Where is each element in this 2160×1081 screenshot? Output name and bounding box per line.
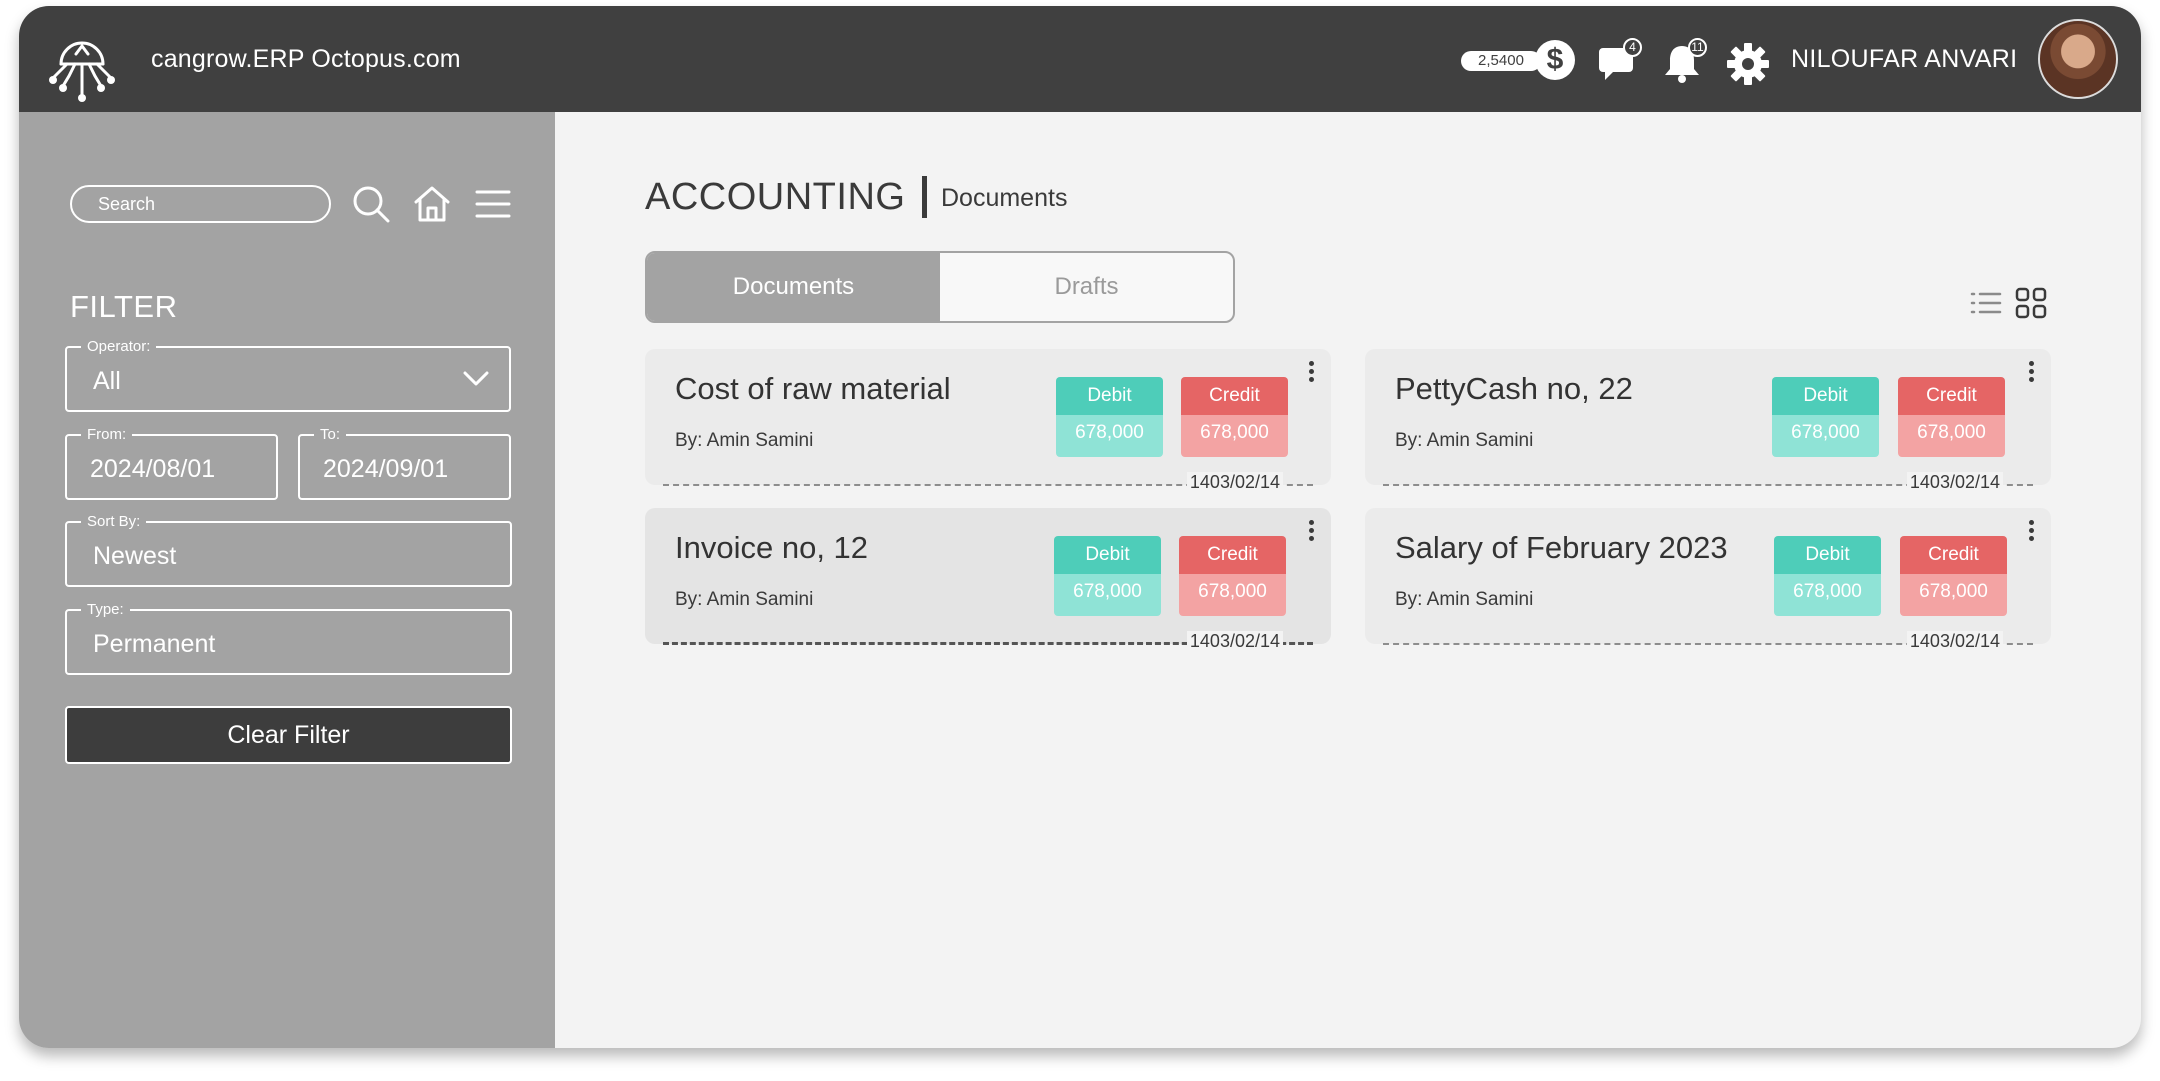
sort-by-value: Newest	[93, 542, 177, 570]
app-window: cangrow.ERP Octopus.com 2,5400 $ 4 11 NI…	[19, 6, 2141, 1048]
card-author: By: Amin Samini	[675, 589, 814, 610]
user-name[interactable]: NILOUFAR ANVARI	[1791, 45, 2017, 74]
kebab-icon[interactable]	[2027, 361, 2035, 385]
from-value: 2024/08/01	[90, 455, 216, 483]
to-date-field[interactable]: To: 2024/09/01	[298, 426, 511, 500]
from-label: From:	[81, 426, 133, 444]
debit-label: Debit	[1774, 536, 1881, 574]
credit-value: 678,000	[1898, 415, 2005, 457]
notifications-badge: 11	[1688, 38, 1707, 57]
messages-button[interactable]: 4	[1597, 38, 1642, 86]
home-icon[interactable]	[412, 184, 452, 224]
card-author: By: Amin Samini	[1395, 589, 1534, 610]
debit-value: 678,000	[1054, 574, 1161, 616]
document-card[interactable]: Salary of February 2023 By: Amin Samini …	[1365, 508, 2051, 652]
card-date: 1403/02/14	[1186, 472, 1283, 493]
kebab-icon[interactable]	[1307, 361, 1315, 385]
debit-value: 678,000	[1056, 415, 1163, 457]
tab-documents[interactable]: Documents	[647, 253, 940, 321]
type-value: Permanent	[93, 630, 216, 658]
list-view-icon[interactable]	[1969, 286, 2003, 320]
gear-icon	[1727, 43, 1769, 85]
card-title: Cost of raw material	[675, 371, 951, 406]
type-label: Type:	[81, 601, 130, 619]
credit-label: Credit	[1900, 536, 2007, 574]
breadcrumb[interactable]: Documents	[941, 184, 1067, 213]
card-date: 1403/02/14	[1906, 472, 2003, 493]
credit-label: Credit	[1898, 377, 2005, 415]
card-author: By: Amin Samini	[1395, 430, 1534, 451]
credit-chip: Credit 678,000	[1900, 536, 2007, 616]
notifications-button[interactable]: 11	[1662, 38, 1707, 86]
credit-chip: Credit 678,000	[1898, 377, 2005, 457]
type-field[interactable]: Type: Permanent	[65, 601, 512, 675]
avatar[interactable]	[2038, 19, 2118, 99]
clear-filter-button[interactable]: Clear Filter	[65, 706, 512, 764]
from-date-field[interactable]: From: 2024/08/01	[65, 426, 278, 500]
messages-badge: 4	[1623, 38, 1642, 57]
operator-select[interactable]: Operator: All	[65, 338, 511, 412]
page-title: ACCOUNTING	[645, 176, 906, 218]
to-value: 2024/09/01	[323, 455, 449, 483]
credit-chip: Credit 678,000	[1179, 536, 1286, 616]
debit-value: 678,000	[1774, 574, 1881, 616]
wallet-balance[interactable]: 2,5400 $	[1461, 40, 1577, 80]
settings-button[interactable]	[1726, 42, 1770, 86]
grid-view-icon[interactable]	[2014, 286, 2048, 320]
credit-label: Credit	[1181, 377, 1288, 415]
octopus-logo-icon[interactable]	[39, 18, 125, 104]
top-bar: cangrow.ERP Octopus.com 2,5400 $ 4 11 NI…	[19, 6, 2141, 112]
sort-by-field[interactable]: Sort By: Newest	[65, 513, 512, 587]
card-title: PettyCash no, 22	[1395, 371, 1633, 406]
document-tabs: Documents Drafts	[645, 251, 1235, 323]
operator-label: Operator:	[81, 338, 157, 356]
operator-value: All	[93, 367, 121, 395]
wallet-amount: 2,5400	[1461, 51, 1541, 71]
search-input[interactable]: Search	[70, 185, 331, 223]
debit-chip: Debit 678,000	[1054, 536, 1161, 616]
filter-sidebar: Search FILTER Operator: All From: 2024/0…	[19, 112, 555, 1048]
card-title: Salary of February 2023	[1395, 530, 1728, 565]
debit-label: Debit	[1054, 536, 1161, 574]
credit-value: 678,000	[1179, 574, 1286, 616]
kebab-icon[interactable]	[2027, 520, 2035, 544]
sort-by-label: Sort By:	[81, 513, 147, 531]
debit-chip: Debit 678,000	[1774, 536, 1881, 616]
title-divider	[922, 176, 927, 218]
to-label: To:	[314, 426, 347, 444]
credit-label: Credit	[1179, 536, 1286, 574]
search-icon[interactable]	[351, 184, 391, 224]
credit-value: 678,000	[1900, 574, 2007, 616]
debit-label: Debit	[1056, 377, 1163, 415]
debit-value: 678,000	[1772, 415, 1879, 457]
card-date: 1403/02/14	[1906, 631, 2003, 652]
card-author: By: Amin Samini	[675, 430, 814, 451]
document-card[interactable]: PettyCash no, 22 By: Amin Samini Debit 6…	[1365, 349, 2051, 493]
menu-icon[interactable]	[473, 184, 513, 224]
dollar-icon: $	[1535, 40, 1575, 80]
card-date: 1403/02/14	[1186, 631, 1283, 652]
card-title: Invoice no, 12	[675, 530, 869, 565]
kebab-icon[interactable]	[1307, 520, 1315, 544]
tab-drafts[interactable]: Drafts	[940, 253, 1233, 321]
debit-chip: Debit 678,000	[1772, 377, 1879, 457]
document-card[interactable]: Cost of raw material By: Amin Samini Deb…	[645, 349, 1331, 493]
credit-chip: Credit 678,000	[1181, 377, 1288, 457]
credit-value: 678,000	[1181, 415, 1288, 457]
debit-label: Debit	[1772, 377, 1879, 415]
chevron-down-icon	[463, 371, 489, 386]
app-title: cangrow.ERP Octopus.com	[151, 45, 461, 73]
filter-title: FILTER	[70, 289, 178, 324]
document-card[interactable]: Invoice no, 12 By: Amin Samini Debit 678…	[645, 508, 1331, 652]
debit-chip: Debit 678,000	[1056, 377, 1163, 457]
